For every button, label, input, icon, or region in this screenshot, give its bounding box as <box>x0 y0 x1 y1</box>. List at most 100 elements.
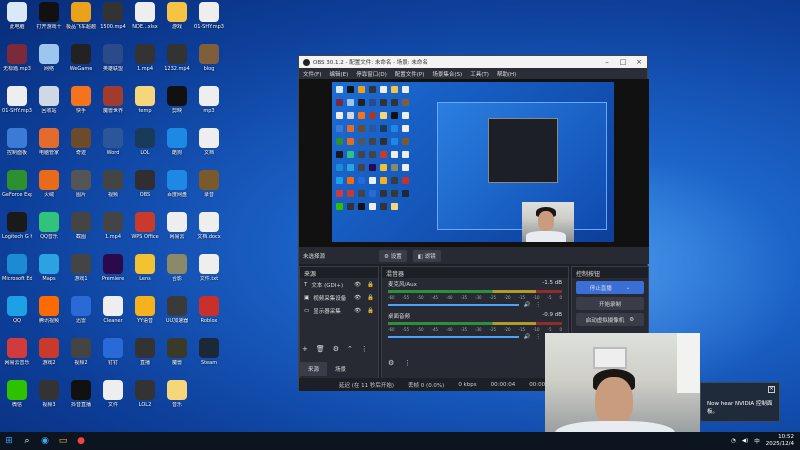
tab-scenes[interactable]: 场景 <box>327 362 354 376</box>
up-icon[interactable]: ⌃ <box>347 345 353 353</box>
more-icon[interactable]: ⋮ <box>361 345 368 353</box>
network-icon[interactable]: ◔ <box>731 438 736 444</box>
menu-item[interactable]: 工具(T) <box>470 70 489 78</box>
lock-icon[interactable]: 🔒 <box>367 282 374 288</box>
volume-slider[interactable] <box>388 304 519 306</box>
desktop-icon[interactable]: Microsoft Edge <box>2 254 32 292</box>
desktop-icon[interactable]: 网易云音乐 <box>2 338 32 376</box>
desktop-icon[interactable]: LOL2 <box>130 380 160 418</box>
filters-button[interactable]: ◧ 滤镜 <box>412 249 441 262</box>
desktop-icon[interactable]: 网络 <box>34 44 64 82</box>
desktop-icon[interactable]: 01-SHY.mp3 <box>2 86 32 124</box>
settings-button[interactable]: ⚙ 设置 <box>379 249 407 262</box>
desktop-icon[interactable]: temp <box>130 86 160 124</box>
desktop-icon[interactable]: WeGame <box>66 44 96 82</box>
source-item[interactable]: ▣ 视频采集设备 👁 🔒 <box>300 291 378 304</box>
eye-icon[interactable]: 👁 <box>354 308 361 314</box>
speaker-icon[interactable]: 🔊 <box>524 334 531 340</box>
desktop-icon[interactable]: Maps <box>34 254 64 292</box>
desktop-icon[interactable]: 酷狗 <box>162 128 192 166</box>
desktop-icon[interactable]: 剪映 <box>162 86 192 124</box>
desktop-icon[interactable]: 1.mp4 <box>98 212 128 250</box>
menu-item[interactable]: 场景集合(S) <box>432 70 462 78</box>
eye-icon[interactable]: 👁 <box>354 282 361 288</box>
eye-icon[interactable]: 👁 <box>354 295 361 301</box>
edge-icon[interactable]: ◉ <box>36 432 54 450</box>
desktop-icon[interactable]: 录音 <box>194 170 224 208</box>
desktop-icon[interactable]: Roblox <box>194 296 224 334</box>
desktop-icon[interactable]: 百度网盘 <box>162 170 192 208</box>
desktop-icon[interactable]: 此电脑 <box>2 2 32 40</box>
desktop-icon[interactable]: 电脑管家 <box>34 128 64 166</box>
virtual-cam-button[interactable]: 启动虚拟摄像机 ⚙ <box>576 313 644 326</box>
chevron-down-icon[interactable]: ⌄ <box>626 285 631 291</box>
desktop-icon[interactable]: QQ <box>2 296 32 334</box>
desktop-icon[interactable]: 1500.mp4 <box>98 2 128 40</box>
channel-more-icon[interactable]: ⋮ <box>535 334 541 340</box>
desktop-icon[interactable]: 无标题.mp3 <box>2 44 32 82</box>
explorer-icon[interactable]: ▭ <box>54 432 72 450</box>
menu-item[interactable]: 停靠窗口(D) <box>356 70 387 78</box>
volume-icon[interactable]: ◀) <box>742 438 748 444</box>
desktop-icon[interactable]: 控制面板 <box>2 128 32 166</box>
desktop-icon[interactable]: 微信 <box>2 380 32 418</box>
search-icon[interactable]: ⌕ <box>18 432 36 450</box>
menu-item[interactable]: 编辑(E) <box>329 70 348 78</box>
notification-toast[interactable]: × Now hear NVIDIA 控制面板。 <box>700 382 780 422</box>
desktop-icon[interactable]: GeForce Experience <box>2 170 32 208</box>
toast-close-icon[interactable]: × <box>768 386 775 393</box>
desktop-icon[interactable]: UU加速器 <box>162 296 192 334</box>
desktop-icon[interactable]: WPS Office <box>130 212 160 250</box>
desktop-icon[interactable]: NDE...xlsx <box>130 2 160 40</box>
desktop-icon[interactable]: 魔兽 <box>162 338 192 376</box>
desktop-icon[interactable]: QQ音乐 <box>34 212 64 250</box>
desktop-icon[interactable]: Cleaner <box>98 296 128 334</box>
desktop-icon[interactable]: Logitech G HUB <box>2 212 32 250</box>
close-icon[interactable]: × <box>631 58 647 66</box>
obs-taskbar-icon[interactable]: ● <box>72 432 90 450</box>
desktop-icon[interactable]: Premiere <box>98 254 128 292</box>
desktop-icon[interactable]: 极品飞车超越极限 <box>66 2 96 40</box>
menu-item[interactable]: 帮助(H) <box>497 70 516 78</box>
desktop-icon[interactable]: 合影 <box>162 254 192 292</box>
desktop-icon[interactable]: 火绒 <box>34 170 64 208</box>
desktop-icon[interactable]: Word <box>98 128 128 166</box>
desktop-icon[interactable]: 英雄联盟 <box>98 44 128 82</box>
maximize-icon[interactable]: □ <box>615 58 631 66</box>
desktop-icon[interactable]: 奇迹 <box>66 128 96 166</box>
desktop-icon[interactable]: 音乐 <box>162 380 192 418</box>
desktop-icon[interactable]: 文件.txt <box>194 254 224 292</box>
desktop-icon[interactable]: 1.mp4 <box>130 44 160 82</box>
desktop-icon[interactable]: 腾讯视频 <box>34 296 64 334</box>
speaker-icon[interactable]: 🔊 <box>524 302 531 308</box>
desktop-icon[interactable]: 文档 <box>194 128 224 166</box>
desktop-icon[interactable]: 01-SHY.mp3 <box>194 2 224 40</box>
source-item[interactable]: T 文本 (GDI+) 👁 🔒 <box>300 278 378 291</box>
desktop-icon[interactable]: 钉钉 <box>98 338 128 376</box>
mixer-more-icon[interactable]: ⋮ <box>404 359 411 367</box>
clock[interactable]: 10:52 2025/12/4 <box>766 434 794 448</box>
minimize-icon[interactable]: – <box>599 58 615 66</box>
menu-item[interactable]: 文件(F) <box>303 70 321 78</box>
desktop-icon[interactable]: 视频 <box>98 170 128 208</box>
source-item[interactable]: ▭ 显示器采集 👁 🔒 <box>300 304 378 317</box>
desktop-icon[interactable]: 网易云 <box>162 212 192 250</box>
obs-preview[interactable] <box>299 79 649 247</box>
desktop-icon[interactable]: 游戏2 <box>34 338 64 376</box>
obs-titlebar[interactable]: OBS 30.1.2 - 配置文件: 未命名 - 场景: 未命名 – □ × <box>299 56 647 68</box>
volume-slider[interactable] <box>388 336 519 338</box>
desktop-icon[interactable]: 抖音直播 <box>66 380 96 418</box>
desktop-icon[interactable]: 1232.mp4 <box>162 44 192 82</box>
virtual-cam-gear-icon[interactable]: ⚙ <box>629 317 634 323</box>
mixer-gear-icon[interactable]: ⚙ <box>388 359 394 367</box>
desktop-icon[interactable]: 迅雷 <box>66 296 96 334</box>
channel-more-icon[interactable]: ⋮ <box>535 302 541 308</box>
desktop-icon[interactable]: 游戏1 <box>66 254 96 292</box>
desktop-icon[interactable]: 文档.docx <box>194 212 224 250</box>
desktop-icon[interactable]: 回收站 <box>34 86 64 124</box>
desktop-icon[interactable]: 直播 <box>130 338 160 376</box>
desktop-icon[interactable]: 视频2 <box>66 338 96 376</box>
desktop-icon[interactable]: OBS <box>130 170 160 208</box>
remove-icon[interactable]: 🗑 <box>316 345 325 353</box>
lock-icon[interactable]: 🔒 <box>367 295 374 301</box>
